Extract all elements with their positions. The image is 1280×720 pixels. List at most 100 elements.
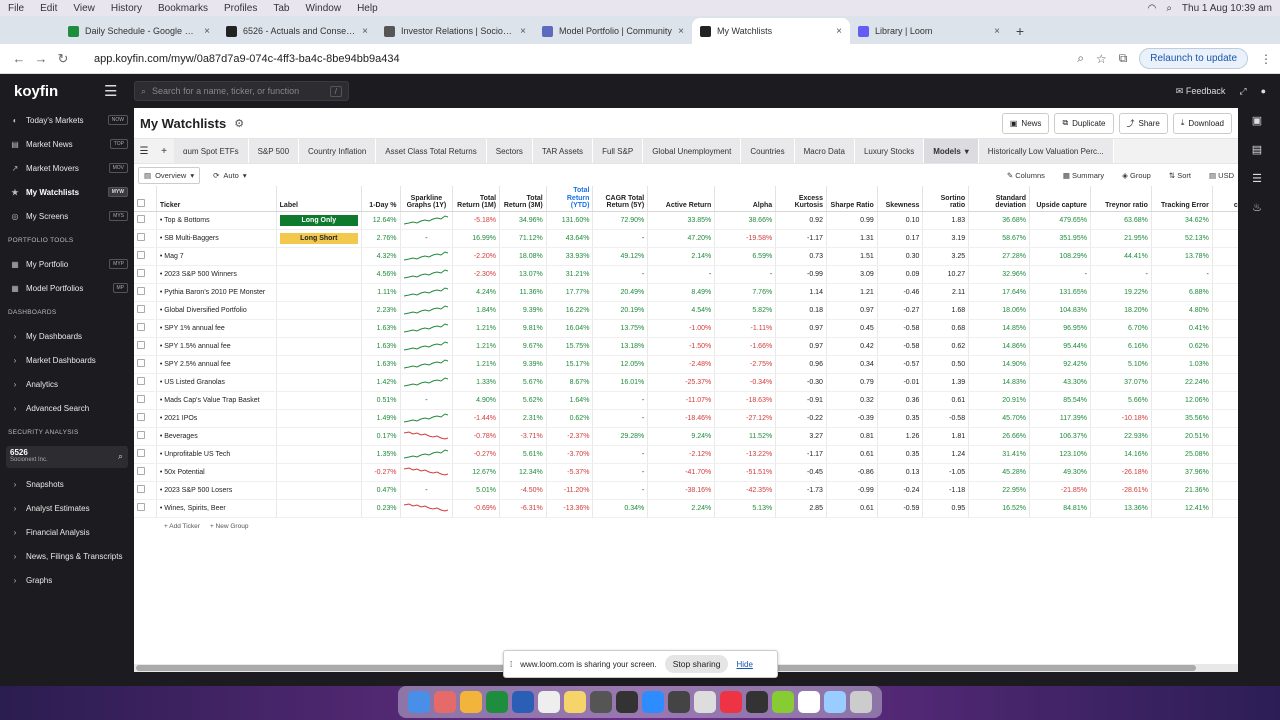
table-row[interactable]: • 2021 IPOs 1.49% -1.44% 2.31% 0.62% - -18.46%… [134,409,1238,428]
column-header[interactable]: Active Return [647,186,716,212]
ticker-cell[interactable]: • SPY 1.5% annual fee [156,337,277,356]
menu-icon[interactable]: ☰ [104,82,134,100]
column-header[interactable]: Alpha [714,186,777,212]
watchlist-tab[interactable]: ɑum Spot ETFs [174,139,249,163]
row-checkbox-cell[interactable] [134,445,157,464]
table-panel-icon[interactable]: ▤ [1252,143,1262,156]
sidebar-item[interactable]: ◐ Today's Markets NOW [0,108,134,132]
feedback-button[interactable]: ✉ Feedback [1176,86,1226,97]
row-checkbox-cell[interactable] [134,247,157,266]
column-header[interactable]: CAGR Total Return (5Y) [592,186,649,212]
sort-button[interactable]: ⇅ Sort [1169,171,1191,180]
drag-handle-icon[interactable]: ⁞ [510,660,512,669]
label-cell[interactable] [276,409,362,428]
row-checkbox-cell[interactable] [134,391,157,410]
watchlist-tab[interactable]: S&P 500 [248,139,300,163]
tab-close-icon[interactable]: × [204,26,210,37]
sidebar-item[interactable]: › Financial Analysis [0,520,134,544]
tab-close-icon[interactable]: × [836,26,842,37]
row-checkbox[interactable] [137,431,145,439]
sidebar-item[interactable]: ★ My Watchlists MYW [0,180,134,204]
watchlist-tab[interactable]: Country Inflation [299,139,377,163]
news-button[interactable]: ▣ News [1001,112,1050,134]
table-row[interactable]: • Mads Cap's Value Trap Basket 0.51% - 4.90… [134,391,1238,410]
label-cell[interactable] [276,355,362,374]
row-checkbox-cell[interactable] [134,373,157,392]
table-row[interactable]: • Global Diversified Portfolio 2.23% 1.84%… [134,301,1238,320]
label-cell[interactable]: Long Only [276,211,362,230]
watchlist-tab[interactable]: Countries [741,139,795,163]
sidebar-item[interactable]: › Analytics [0,372,134,396]
ticker-cell[interactable]: • Top & Bottoms [156,211,277,230]
fullscreen-icon[interactable]: ⤢ [1239,86,1246,97]
mac-menu-bookmarks[interactable]: Bookmarks [158,3,208,14]
table-row[interactable]: • Mag 7 4.32% -2.20% 18.08% 33.93% 49.12% 2.14… [134,247,1238,266]
watchlist-tab[interactable]: Asset Class Total Returns [376,139,487,163]
table-row[interactable]: • Wines, Spirits, Beer 0.23% -0.69% -6.31% -… [134,499,1238,518]
add-tab-icon[interactable]: + [154,146,174,157]
row-checkbox[interactable] [137,323,145,331]
label-cell[interactable] [276,427,362,446]
sidebar-item[interactable]: › Analyst Estimates [0,496,134,520]
columns-button[interactable]: ✎ Columns [1007,171,1045,180]
column-header[interactable]: Excess Kurtosis [775,186,827,212]
dock-trash-icon[interactable] [850,691,872,713]
dock-word-icon[interactable] [512,691,534,713]
dock-stickies-icon[interactable] [824,691,846,713]
browser-tab[interactable]: Model Portfolio | Community × [534,18,692,44]
tab-close-icon[interactable]: × [520,26,526,37]
koyfin-logo[interactable]: koyfin [14,83,104,100]
row-checkbox[interactable] [137,215,145,223]
browser-tab[interactable]: Investor Relations | Socionext × [376,18,534,44]
macos-menu[interactable]: ChromeFileEditViewHistoryBookmarksProfil… [0,3,1280,686]
watchlist-tab[interactable]: Luxury Stocks [854,139,925,163]
browser-tab[interactable]: Library | Loom × [850,18,1008,44]
ticker-cell[interactable]: • Unprofitable US Tech [156,445,277,464]
row-checkbox-cell[interactable] [134,481,157,500]
row-checkbox-cell[interactable] [134,337,157,356]
table-row[interactable]: • US Listed Granolas 1.42% 1.33% 5.67% 8.67%… [134,373,1238,392]
dock-notes-icon[interactable] [564,691,586,713]
row-checkbox[interactable] [137,269,145,277]
label-cell[interactable] [276,463,362,482]
watchlist-tab[interactable]: Full S&P [593,139,644,163]
column-header[interactable]: Label [276,186,362,212]
row-checkbox-cell[interactable] [134,427,157,446]
table-row[interactable]: • SB Multi-Baggers Long Short 2.76% - 16.99%… [134,229,1238,248]
search-icon[interactable]: ⌕ [1166,3,1172,14]
browser-tab[interactable]: My Watchlists × [692,18,850,44]
row-checkbox-cell[interactable] [134,409,157,428]
duplicate-button[interactable]: ⧉ Duplicate [1054,112,1114,134]
stop-sharing-button[interactable]: Stop sharing [664,655,729,673]
sidebar-item[interactable]: › News, Filings & Transcripts [0,544,134,568]
column-header[interactable]: Sharpe Ratio [826,186,878,212]
watchlist-tab[interactable]: Global Unemployment [643,139,742,163]
table-row[interactable]: • 2023 S&P 500 Losers 0.47% -5.01% -4.50% -1… [134,481,1238,500]
table-row[interactable]: • Unprofitable US Tech 1.35% -0.27% 5.61% -3… [134,445,1238,464]
sidebar-item[interactable]: ▦ My Portfolio MYP [0,252,134,276]
mac-menu-view[interactable]: View [73,3,95,14]
row-checkbox[interactable] [137,359,145,367]
row-checkbox[interactable] [137,287,145,295]
new-group-button[interactable]: + New Group [210,523,248,530]
mode-dropdown[interactable]: ⟳ Auto ▾ [208,168,252,183]
forward-icon[interactable]: → [30,51,52,66]
row-checkbox-cell[interactable] [134,283,157,302]
mac-menu-window[interactable]: Window [305,3,341,14]
column-header[interactable]: 1-Day % [361,186,401,212]
hide-button[interactable]: Hide [736,660,752,669]
row-checkbox[interactable] [137,251,145,259]
back-icon[interactable]: ← [8,51,30,66]
row-checkbox-cell[interactable] [134,211,157,230]
gear-icon[interactable]: ⚙ [234,117,244,130]
select-all-checkbox[interactable] [137,199,145,208]
search-input[interactable]: ⌕ Search for a name, ticker, or function… [134,81,349,101]
more-icon[interactable]: ⋮ [1260,52,1272,66]
browser-tab[interactable]: Daily Schedule - Google Sheets × [60,18,218,44]
ticker-cell[interactable]: • SB Multi-Baggers [156,229,277,248]
label-cell[interactable] [276,337,362,356]
news-panel-icon[interactable]: ▣ [1252,114,1262,127]
watchlist-tab[interactable]: Historically Low Valuation Perc... [978,139,1114,163]
group-button[interactable]: ◈ Group [1122,171,1151,180]
ticker-cell[interactable]: • US Listed Granolas [156,373,277,392]
